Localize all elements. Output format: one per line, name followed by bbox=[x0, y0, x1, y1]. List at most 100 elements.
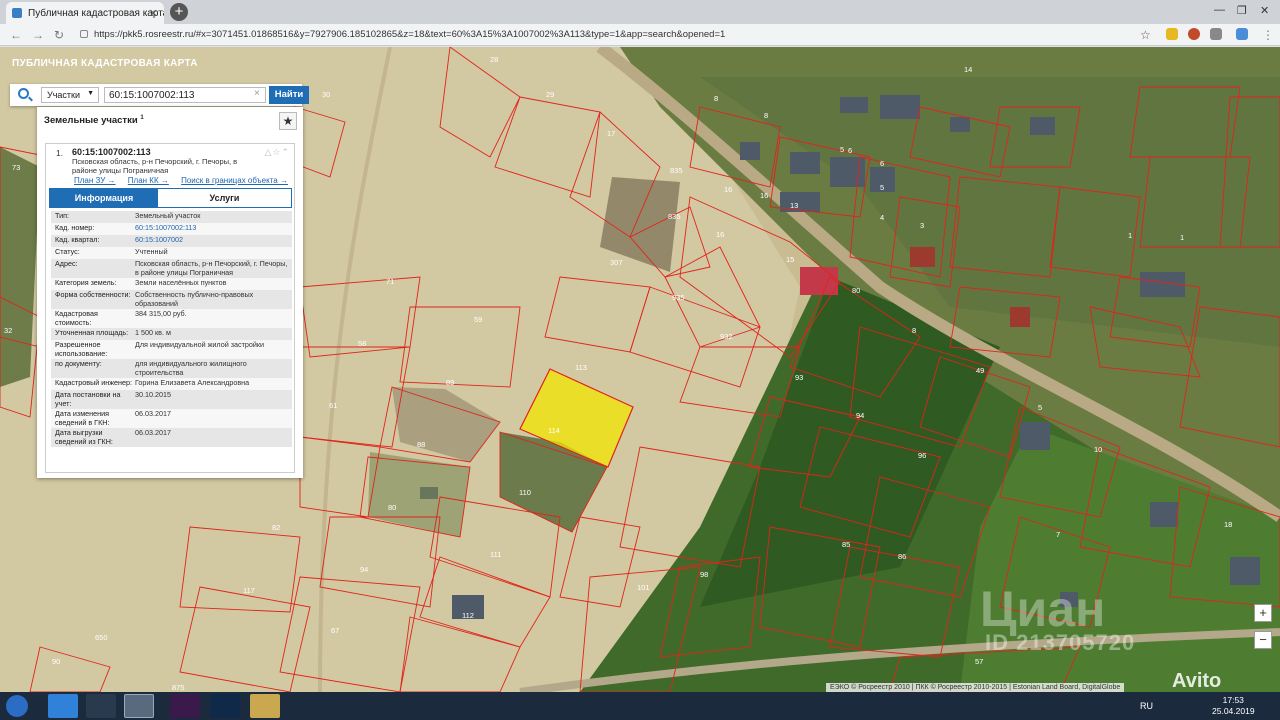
plot-label[interactable]: 5 bbox=[840, 145, 844, 154]
plot-label[interactable]: 80 bbox=[852, 286, 860, 295]
clear-search-icon[interactable]: × bbox=[254, 88, 260, 99]
window-close-icon[interactable]: ✕ bbox=[1260, 4, 1269, 17]
premiere-icon[interactable] bbox=[170, 694, 200, 718]
plot-label[interactable]: 32 bbox=[4, 326, 12, 335]
plot-label[interactable]: 28 bbox=[490, 55, 498, 64]
plot-label[interactable]: 49 bbox=[976, 366, 984, 375]
minimize-icon[interactable]: — bbox=[1214, 4, 1225, 16]
plot-label[interactable]: 16 bbox=[760, 191, 768, 200]
plot-label[interactable]: 307 bbox=[610, 258, 623, 267]
plan-kk-link[interactable]: План КК → bbox=[128, 176, 169, 185]
plot-label[interactable]: 8 bbox=[764, 111, 768, 120]
plot-label[interactable]: 80 bbox=[388, 503, 396, 512]
favorite-star-button[interactable]: ★ bbox=[279, 112, 297, 130]
back-icon[interactable]: ← bbox=[10, 28, 22, 42]
search-button[interactable]: Найти bbox=[269, 86, 309, 104]
plot-label[interactable]: 3 bbox=[920, 221, 924, 230]
media-icon[interactable] bbox=[86, 694, 116, 718]
extension-icon[interactable] bbox=[1210, 28, 1222, 40]
plot-label[interactable]: 935 bbox=[672, 293, 685, 302]
result-action-icons[interactable]: △☆⌃ bbox=[264, 147, 290, 158]
plot-label[interactable]: 94 bbox=[856, 411, 864, 420]
plot-label[interactable]: 932 bbox=[720, 332, 733, 341]
plot-label[interactable]: 71 bbox=[386, 277, 394, 286]
zoom-in-button[interactable]: + bbox=[1254, 604, 1272, 622]
extension-icon[interactable] bbox=[1236, 28, 1248, 40]
plot-label[interactable]: 59 bbox=[474, 315, 482, 324]
plot-label[interactable]: 90 bbox=[52, 657, 60, 666]
plot-label[interactable]: 16 bbox=[716, 230, 724, 239]
url-field[interactable]: https://pkk5.rosreestr.ru/#x=3071451.018… bbox=[78, 27, 1178, 43]
plot-label[interactable]: 117 bbox=[243, 586, 255, 595]
plot-label[interactable]: 14 bbox=[964, 65, 972, 74]
close-tab-icon[interactable]: ✕ bbox=[149, 7, 158, 20]
plot-label[interactable]: 1 bbox=[1128, 231, 1132, 240]
result-title[interactable]: 60:15:1007002:113 bbox=[72, 147, 151, 157]
plot-label[interactable]: 93 bbox=[795, 373, 803, 382]
plot-label[interactable]: 6 bbox=[880, 159, 884, 168]
plot-label[interactable]: 1 bbox=[1180, 233, 1184, 242]
plot-label[interactable]: 835 bbox=[670, 166, 683, 175]
language-indicator[interactable]: RU bbox=[1140, 701, 1153, 711]
plot-label[interactable]: 101 bbox=[637, 583, 650, 592]
file-explorer-icon[interactable] bbox=[250, 694, 280, 718]
plot-label[interactable]: 6 bbox=[848, 146, 852, 155]
clock[interactable]: 17:53 25.04.2019 bbox=[1212, 695, 1255, 717]
plot-label[interactable]: 835 bbox=[668, 212, 681, 221]
forward-icon[interactable]: → bbox=[32, 28, 44, 42]
plot-label[interactable]: 96 bbox=[918, 451, 926, 460]
reload-icon[interactable]: ↻ bbox=[54, 28, 64, 42]
plot-label[interactable]: 17 bbox=[607, 129, 615, 138]
plot-label[interactable]: 112 bbox=[462, 611, 474, 620]
plot-label[interactable]: 86 bbox=[898, 552, 906, 561]
photoshop-icon[interactable] bbox=[210, 694, 240, 718]
windows-start-icon[interactable] bbox=[6, 695, 28, 717]
plot-label[interactable]: 67 bbox=[331, 626, 339, 635]
plot-label[interactable]: 5 bbox=[1038, 403, 1042, 412]
plot-label[interactable]: 89 bbox=[446, 378, 454, 387]
plot-label[interactable]: 57 bbox=[975, 657, 983, 666]
plot-label[interactable]: 30 bbox=[322, 90, 330, 99]
plot-label[interactable]: 5 bbox=[880, 183, 884, 192]
plot-label[interactable]: 29 bbox=[546, 90, 554, 99]
plot-label[interactable]: 58 bbox=[358, 339, 366, 348]
plot-label[interactable]: 16 bbox=[724, 185, 732, 194]
plot-label[interactable]: 4 bbox=[880, 213, 884, 222]
plot-label[interactable]: 110 bbox=[519, 488, 531, 497]
plot-label[interactable]: 73 bbox=[12, 163, 20, 172]
search-input[interactable] bbox=[104, 87, 266, 103]
browser-tab[interactable]: Публичная кадастровая карта ✕ bbox=[6, 2, 164, 24]
zoom-out-button[interactable]: − bbox=[1254, 631, 1272, 649]
tab-information[interactable]: Информация bbox=[50, 189, 158, 207]
plot-label[interactable]: 875 bbox=[172, 683, 185, 692]
plot-label[interactable]: 114 bbox=[548, 426, 560, 435]
menu-icon[interactable]: ⋮ bbox=[1262, 28, 1274, 42]
extension-icon[interactable] bbox=[1166, 28, 1178, 40]
plot-label[interactable]: 113 bbox=[575, 363, 587, 372]
plot-label[interactable]: 85 bbox=[842, 540, 850, 549]
maximize-icon[interactable]: ❐ bbox=[1237, 4, 1247, 17]
search-within-link[interactable]: Поиск в границах объекта → bbox=[181, 176, 288, 185]
plot-label[interactable]: 8 bbox=[714, 94, 718, 103]
plot-label[interactable]: 15 bbox=[786, 255, 794, 264]
tab-services[interactable]: Услуги bbox=[158, 189, 291, 207]
plot-label[interactable]: 8 bbox=[912, 326, 916, 335]
plot-label[interactable]: 88 bbox=[417, 440, 425, 449]
plot-label[interactable]: 10 bbox=[1094, 445, 1102, 454]
bookmark-star-icon[interactable]: ☆ bbox=[1140, 28, 1151, 42]
plot-label[interactable]: 650 bbox=[95, 633, 108, 642]
plot-label[interactable]: 98 bbox=[700, 570, 708, 579]
plot-label[interactable]: 13 bbox=[790, 201, 798, 210]
info-value[interactable]: 60:15:1007002:113 bbox=[135, 223, 288, 234]
plot-label[interactable]: 7 bbox=[1056, 530, 1060, 539]
internet-explorer-icon[interactable] bbox=[48, 694, 78, 718]
plot-label[interactable]: 111 bbox=[490, 550, 501, 559]
search-icon[interactable] bbox=[18, 88, 29, 99]
extension-icon[interactable] bbox=[1188, 28, 1200, 40]
plot-label[interactable]: 82 bbox=[272, 523, 280, 532]
info-value[interactable]: 60:15:1007002 bbox=[135, 235, 288, 246]
plan-zu-link[interactable]: План ЗУ → bbox=[74, 176, 116, 185]
plot-label[interactable]: 94 bbox=[360, 565, 368, 574]
plot-label[interactable]: 61 bbox=[329, 401, 337, 410]
new-tab-button[interactable]: + bbox=[170, 3, 188, 21]
